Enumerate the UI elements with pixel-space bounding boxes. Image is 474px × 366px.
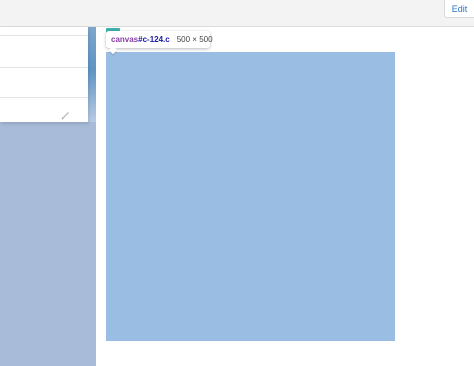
side-panel	[0, 27, 88, 122]
panel-divider	[0, 97, 88, 98]
tooltip-element-size: 500 × 500	[176, 35, 213, 44]
inspector-tooltip: canvas#c-124.c 500 × 500	[106, 31, 213, 48]
pencil-icon[interactable]	[61, 107, 70, 120]
tooltip-element-selector: #c-124.c	[138, 35, 170, 44]
tooltip-element-tag: canvas	[111, 35, 139, 44]
left-image-strip	[88, 27, 96, 122]
canvas-element[interactable]	[106, 52, 395, 341]
panel-divider	[0, 67, 88, 68]
panel-divider	[0, 35, 88, 36]
top-toolbar: Edit	[0, 0, 474, 27]
edit-button[interactable]: Edit	[444, 0, 474, 18]
